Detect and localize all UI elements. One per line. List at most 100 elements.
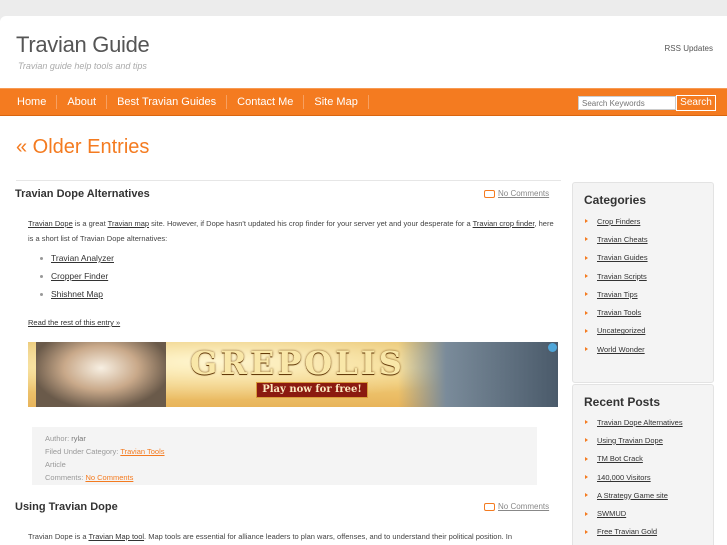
recent-post-link[interactable]: TM Bot Crack <box>597 454 643 463</box>
arrow-icon <box>585 493 588 498</box>
list-item: TM Bot Crack <box>585 450 683 468</box>
arrow-icon <box>585 475 588 480</box>
meta-comments-link[interactable]: No Comments <box>85 473 133 482</box>
arrow-icon <box>585 274 588 279</box>
post-meta: Author: rylar Filed Under Category: Trav… <box>32 427 537 485</box>
recent-post-link[interactable]: A Strategy Game site <box>597 491 668 500</box>
list-item: Travian Scripts <box>585 267 648 285</box>
banner-figure-image <box>36 342 166 407</box>
post-comments: No Comments <box>484 189 549 198</box>
post-comments: No Comments <box>484 502 549 511</box>
link-travian-map-tool[interactable]: Travian Map tool <box>88 532 144 541</box>
nav-item-contact-me[interactable]: Contact Me <box>227 95 305 109</box>
list-item: World Wonder <box>585 340 648 358</box>
rss-link[interactable]: RSS Updates <box>665 44 713 53</box>
list-item: Travian Dope Alternatives <box>585 413 683 431</box>
arrow-icon <box>585 347 588 352</box>
recent-post-link[interactable]: 140,000 Visitors <box>597 473 651 482</box>
nav-item-site-map[interactable]: Site Map <box>304 95 369 109</box>
meta-type: Article <box>45 460 66 469</box>
arrow-icon <box>585 420 588 425</box>
nav-item-about[interactable]: About <box>57 95 108 109</box>
top-tab <box>0 0 56 16</box>
list-item: Cropper Finder <box>40 267 114 285</box>
link-shishnet-map[interactable]: Shishnet Map <box>51 289 103 299</box>
meta-author: Author: rylar <box>45 434 86 443</box>
list-item: A Strategy Game site <box>585 486 683 504</box>
arrow-icon <box>585 511 588 516</box>
nav-item-home[interactable]: Home <box>0 95 58 109</box>
arrow-icon <box>585 529 588 534</box>
list-item: 140,000 Visitors <box>585 468 683 486</box>
link-travian-crop-finder[interactable]: Travian crop finder <box>473 219 535 228</box>
link-travian-dope[interactable]: Travian Dope <box>28 219 73 228</box>
bullet-icon <box>40 256 43 260</box>
list-item: Travian Cheats <box>585 230 648 248</box>
link-travian-map[interactable]: Travian map <box>108 219 149 228</box>
post-excerpt: Travian Dope is a Travian Map tool. Map … <box>28 532 513 541</box>
category-travian-cheats[interactable]: Travian Cheats <box>597 235 648 244</box>
link-cropper-finder[interactable]: Cropper Finder <box>51 271 108 281</box>
list-item: Free Travian Gold <box>585 523 683 541</box>
banner-cta-button[interactable]: Play now for free! <box>256 382 368 398</box>
category-link[interactable]: Travian Tools <box>120 447 164 456</box>
recent-posts-widget: Recent Posts Travian Dope Alternatives U… <box>572 384 714 545</box>
banner-title: GREPOLIS <box>190 344 405 382</box>
divider <box>16 180 561 181</box>
alternatives-list: Travian Analyzer Cropper Finder Shishnet… <box>40 249 114 303</box>
site-tagline: Travian guide help tools and tips <box>18 61 147 71</box>
recent-post-link[interactable]: Travian Dope Alternatives <box>597 418 683 427</box>
list-item: Travian Analyzer <box>40 249 114 267</box>
comments-link[interactable]: No Comments <box>498 189 549 198</box>
categories-widget: Categories Crop Finders Travian Cheats T… <box>572 182 714 383</box>
arrow-icon <box>585 310 588 315</box>
category-uncategorized[interactable]: Uncategorized <box>597 326 645 335</box>
meta-comments: Comments: No Comments <box>45 473 134 482</box>
category-world-wonder[interactable]: World Wonder <box>597 345 645 354</box>
categories-title: Categories <box>584 193 647 207</box>
recent-posts-title: Recent Posts <box>584 395 661 409</box>
search-button[interactable]: Search <box>676 95 716 111</box>
post-excerpt: Travian Dope is a great Travian map site… <box>28 219 554 243</box>
category-travian-guides[interactable]: Travian Guides <box>597 253 648 262</box>
arrow-icon <box>585 328 588 333</box>
list-item: Travian Tools <box>585 303 648 321</box>
grepolis-ad-banner[interactable]: GREPOLIS Play now for free! <box>28 342 558 407</box>
list-item: Travian Tips <box>585 285 648 303</box>
post-title[interactable]: Travian Dope Alternatives <box>15 188 150 200</box>
search-input[interactable] <box>578 96 676 110</box>
page: Travian Guide Travian guide help tools a… <box>0 16 727 545</box>
list-item: Shishnet Map <box>40 285 114 303</box>
list-item: Uncategorized <box>585 322 648 340</box>
recent-post-link[interactable]: SWMUD <box>597 509 626 518</box>
nav-item-best-travian-guides[interactable]: Best Travian Guides <box>107 95 228 109</box>
banner-warrior-image <box>398 342 558 407</box>
comment-bubble-icon <box>484 189 495 198</box>
arrow-icon <box>585 255 588 260</box>
categories-list: Crop Finders Travian Cheats Travian Guid… <box>585 212 648 358</box>
arrow-icon <box>585 292 588 297</box>
list-item: Travian Guides <box>585 249 648 267</box>
recent-post-link[interactable]: Using Travian Dope <box>597 436 663 445</box>
category-crop-finders[interactable]: Crop Finders <box>597 217 640 226</box>
arrow-icon <box>585 237 588 242</box>
meta-category: Filed Under Category: Travian Tools <box>45 447 165 456</box>
site-title[interactable]: Travian Guide <box>16 32 150 58</box>
link-travian-analyzer[interactable]: Travian Analyzer <box>51 253 114 263</box>
ad-choices-icon[interactable] <box>548 343 557 352</box>
read-more-link[interactable]: Read the rest of this entry » <box>28 318 120 327</box>
comments-link[interactable]: No Comments <box>498 502 549 511</box>
category-travian-scripts[interactable]: Travian Scripts <box>597 272 647 281</box>
recent-posts-list: Travian Dope Alternatives Using Travian … <box>585 413 683 541</box>
list-item: Crop Finders <box>585 212 648 230</box>
older-entries-link[interactable]: « Older Entries <box>16 136 149 159</box>
bullet-icon <box>40 292 43 296</box>
comment-bubble-icon <box>484 502 495 511</box>
post-title[interactable]: Using Travian Dope <box>15 501 118 513</box>
list-item: Using Travian Dope <box>585 431 683 449</box>
recent-post-link[interactable]: Free Travian Gold <box>597 527 657 536</box>
arrow-icon <box>585 219 588 224</box>
category-travian-tools[interactable]: Travian Tools <box>597 308 641 317</box>
arrow-icon <box>585 438 588 443</box>
category-travian-tips[interactable]: Travian Tips <box>597 290 638 299</box>
